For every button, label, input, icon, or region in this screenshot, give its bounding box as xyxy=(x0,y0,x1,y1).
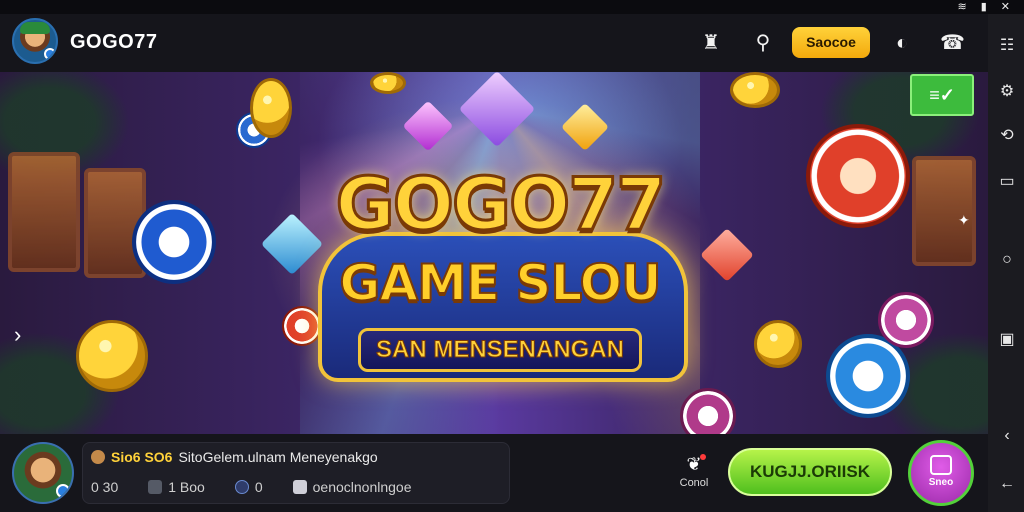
poker-chip xyxy=(878,292,934,348)
poker-chip xyxy=(806,124,910,228)
system-status-bar: ≋ ▮ ✕ xyxy=(0,0,1024,14)
close-icon[interactable]: ✕ xyxy=(1001,1,1010,13)
hero-banner[interactable]: GOGO77 GAME SLOU SAN MENSENANGAN › ≡✓ ✦ xyxy=(0,72,988,434)
play-now-button[interactable]: KUGJJ.ORIISK xyxy=(728,448,892,496)
player-info-panel: Sio6 SO6 SitoGelem.ulnam Meneyenakgo 0 3… xyxy=(82,442,510,504)
circle-icon[interactable]: ○ xyxy=(997,250,1017,270)
mini-avatar xyxy=(91,450,105,464)
nav-rail: ☷ ⚙ ⟲ ▭ ○ ▣ ‹ ← xyxy=(988,14,1024,512)
theme-icon[interactable]: ◐ xyxy=(890,31,914,55)
sparkle-icon: ✦ xyxy=(958,212,970,228)
window-icon xyxy=(930,455,952,475)
round-button-label: Sneo xyxy=(928,477,954,488)
back-chevron-icon[interactable]: ‹ xyxy=(997,426,1017,446)
carousel-prev-icon[interactable]: › xyxy=(14,322,21,348)
gold-coin xyxy=(76,320,148,392)
gift-button[interactable]: ❦ Conol xyxy=(676,454,712,489)
banner-title: GOGO77 xyxy=(334,161,668,248)
app-window: ≋ ▮ ✕ GOGO77 ♜ ⚲ Saocoe ◐ ☎ ☷ ⚙ ⟲ ▭ ○ ▣ … xyxy=(0,0,1024,512)
banner-tagline: SAN MENSENANGAN xyxy=(358,328,642,372)
corner-badge[interactable]: ≡✓ xyxy=(910,74,974,116)
support-icon[interactable]: ☎ xyxy=(940,31,965,55)
wifi-icon: ≋ xyxy=(957,1,967,13)
game-logo: GOGO77 GAME SLOU SAN MENSENANGAN xyxy=(300,154,700,434)
gift-label: Conol xyxy=(679,477,709,489)
brand-name: GOGO77 xyxy=(70,31,158,53)
user-avatar[interactable] xyxy=(12,442,74,504)
stat-chat: oenoclnonlngoe xyxy=(292,479,412,495)
stat-games: 1 Boo xyxy=(148,479,205,495)
round-action-button[interactable]: Sneo xyxy=(908,440,974,506)
square-icon[interactable]: ▣ xyxy=(997,330,1017,350)
chat-icon xyxy=(292,480,307,494)
player-bar: Sio6 SO6 SitoGelem.ulnam Meneyenakgo 0 3… xyxy=(0,434,988,512)
screen-icon[interactable]: ▭ xyxy=(997,172,1017,192)
poker-chip xyxy=(132,200,216,284)
gold-coin xyxy=(250,78,292,138)
search-icon[interactable]: ⚲ xyxy=(751,31,775,55)
search-button[interactable]: Saocoe xyxy=(792,27,870,58)
gold-coin xyxy=(754,320,802,368)
menu-icon[interactable]: ☷ xyxy=(997,36,1017,56)
gold-coin xyxy=(370,72,406,94)
player-title: SitoGelem.ulnam Meneyenakgo xyxy=(178,449,378,465)
gold-coin xyxy=(730,72,780,108)
back-arrow-icon[interactable]: ← xyxy=(997,474,1017,494)
brand-logo[interactable] xyxy=(12,18,58,64)
stat-balance: 0 30 xyxy=(91,479,119,495)
stat-coins: 0 xyxy=(234,479,263,495)
coin-icon xyxy=(234,480,249,494)
settings-icon[interactable]: ⚙ xyxy=(997,82,1017,102)
app-header: GOGO77 ♜ ⚲ Saocoe ◐ ☎ xyxy=(0,14,988,72)
promo-icon[interactable]: ♜ xyxy=(699,31,723,55)
history-icon[interactable]: ⟲ xyxy=(997,126,1017,146)
banner-subtitle: GAME SLOU xyxy=(338,253,662,313)
notification-dot xyxy=(700,454,706,460)
slot-machine xyxy=(912,156,976,266)
grid-icon xyxy=(148,480,163,494)
player-name: Sio6 SO6 xyxy=(111,449,173,465)
red-gem xyxy=(700,228,754,282)
slot-machine xyxy=(8,152,80,272)
battery-icon: ▮ xyxy=(980,1,987,13)
